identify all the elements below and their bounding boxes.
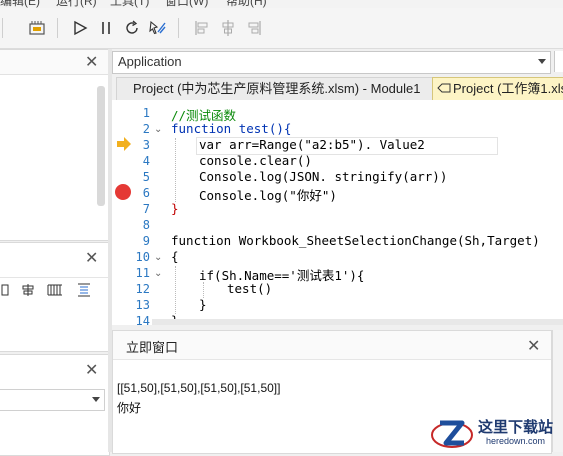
tab-label: Project (中为芯生产原料管理系统.xlsm) - Module1 bbox=[133, 81, 421, 96]
line-number: 5 bbox=[142, 170, 150, 184]
line-number: 6 bbox=[142, 186, 150, 200]
line-number: 2 bbox=[142, 122, 150, 136]
align-right-icon[interactable] bbox=[244, 18, 264, 38]
menu-window[interactable]: 窗口(W) bbox=[165, 0, 208, 8]
toolbar-separator bbox=[2, 18, 3, 38]
chevron-down-icon bbox=[538, 59, 546, 64]
menu-help[interactable]: 帮助(H) bbox=[226, 0, 267, 8]
tab-module1[interactable]: Project (中为芯生产原料管理系统.xlsm) - Module1 bbox=[116, 77, 438, 100]
code-line: test() bbox=[227, 281, 273, 296]
code-line: function test(){ bbox=[171, 121, 292, 136]
menu-edit[interactable]: 编辑(E) bbox=[0, 0, 40, 8]
code-line: } bbox=[199, 297, 207, 312]
design-mode-icon[interactable] bbox=[148, 18, 168, 38]
code-line: if(Sh.Name=='测试表1'){ bbox=[199, 268, 365, 283]
fold-chevron-icon[interactable]: ⌄ bbox=[154, 252, 162, 263]
line-number: 12 bbox=[135, 282, 150, 296]
watermark-logo bbox=[431, 420, 473, 448]
watermark-url: heredown.com bbox=[486, 436, 546, 446]
toolbox-pane: ✕ bbox=[0, 242, 110, 352]
pause-icon[interactable] bbox=[96, 18, 116, 38]
line-number: 8 bbox=[142, 218, 150, 232]
line-number: 1 bbox=[142, 106, 150, 120]
line-number: 7 bbox=[142, 202, 150, 216]
line-number: 10 bbox=[135, 250, 150, 264]
insert-module-icon[interactable] bbox=[27, 18, 47, 38]
indent-guide bbox=[175, 138, 177, 202]
divider bbox=[0, 277, 109, 278]
line-number: 13 bbox=[135, 298, 150, 312]
fold-chevron-icon[interactable]: ⌄ bbox=[154, 124, 162, 135]
align-left-icon[interactable] bbox=[192, 18, 212, 38]
properties-pane: ✕ bbox=[0, 354, 110, 456]
object-combobox[interactable]: Application bbox=[112, 51, 551, 74]
menu-bar: 编辑(E) 运行(R) 工具(T) 窗口(W) 帮助(H) bbox=[0, 0, 563, 8]
toolbox-image-icon[interactable] bbox=[47, 283, 63, 300]
fold-chevron-icon[interactable]: ⌄ bbox=[154, 268, 162, 279]
code-editor[interactable]: 1 2 3 4 5 6 7 8 9 10 11 12 13 14 ⌄ ⌄ ⌄ /… bbox=[112, 100, 563, 325]
line-number: 4 bbox=[142, 154, 150, 168]
pane-header bbox=[113, 331, 551, 360]
watermark: 这里下载站 heredown.com bbox=[430, 413, 563, 452]
indent-guide bbox=[175, 266, 177, 314]
line-number: 9 bbox=[142, 234, 150, 248]
horizontal-scrollbar[interactable] bbox=[152, 319, 563, 325]
menu-tools[interactable]: 工具(T) bbox=[110, 0, 149, 8]
tab-workbook1[interactable]: Project (工作簿1.xlsm) bbox=[432, 77, 563, 100]
code-line: Console.log("你好") bbox=[199, 188, 337, 203]
line-number: 14 bbox=[135, 314, 150, 325]
close-icon[interactable]: ✕ bbox=[85, 360, 98, 380]
project-explorer-pane: ✕ bbox=[0, 49, 110, 241]
reset-icon[interactable] bbox=[122, 18, 142, 38]
align-center-icon[interactable] bbox=[218, 18, 238, 38]
procedure-combobox[interactable] bbox=[554, 51, 563, 72]
watermark-text: 这里下载站 bbox=[478, 418, 554, 436]
immediate-output-line: 你好 bbox=[117, 401, 142, 415]
immediate-output-line: [[51,50],[51,50],[51,50],[51,50]] bbox=[117, 381, 281, 395]
toolbar-separator bbox=[178, 18, 179, 38]
line-number: 3 bbox=[142, 138, 150, 152]
close-icon[interactable]: ✕ bbox=[527, 336, 540, 356]
immediate-window-title: 立即窗口 bbox=[126, 340, 179, 355]
object-select[interactable] bbox=[0, 389, 105, 411]
toolbox-listbox-icon[interactable] bbox=[77, 283, 91, 300]
code-line: function Workbook_SheetSelectionChange(S… bbox=[171, 233, 540, 248]
code-line: { bbox=[171, 249, 179, 264]
tab-label: Project (工作簿1.xlsm) bbox=[453, 81, 563, 96]
toolbar-separator bbox=[57, 18, 58, 38]
scrollbar[interactable] bbox=[97, 86, 105, 206]
toolbox-option-icon[interactable] bbox=[1, 283, 11, 300]
code-line: } bbox=[171, 201, 179, 216]
code-line: Console.log(JSON. stringify(arr)) bbox=[199, 169, 448, 184]
run-icon[interactable] bbox=[70, 18, 90, 38]
menu-run[interactable]: 运行(R) bbox=[56, 0, 97, 8]
code-line: console.clear() bbox=[199, 153, 312, 168]
chevron-down-icon bbox=[92, 397, 100, 402]
toolbar bbox=[0, 8, 563, 49]
close-icon[interactable]: ✕ bbox=[85, 52, 98, 72]
indent-guide bbox=[203, 282, 205, 298]
line-number: 11 bbox=[135, 266, 150, 280]
toolbox-label-icon[interactable] bbox=[21, 283, 35, 300]
object-combobox-value: Application bbox=[118, 54, 182, 69]
tab-bar: Project (中为芯生产原料管理系统.xlsm) - Module1 Pro… bbox=[112, 77, 563, 100]
close-icon[interactable]: ✕ bbox=[85, 248, 98, 268]
module-icon bbox=[437, 79, 451, 100]
code-line: var arr=Range("a2:b5"). Value2 bbox=[199, 137, 425, 152]
